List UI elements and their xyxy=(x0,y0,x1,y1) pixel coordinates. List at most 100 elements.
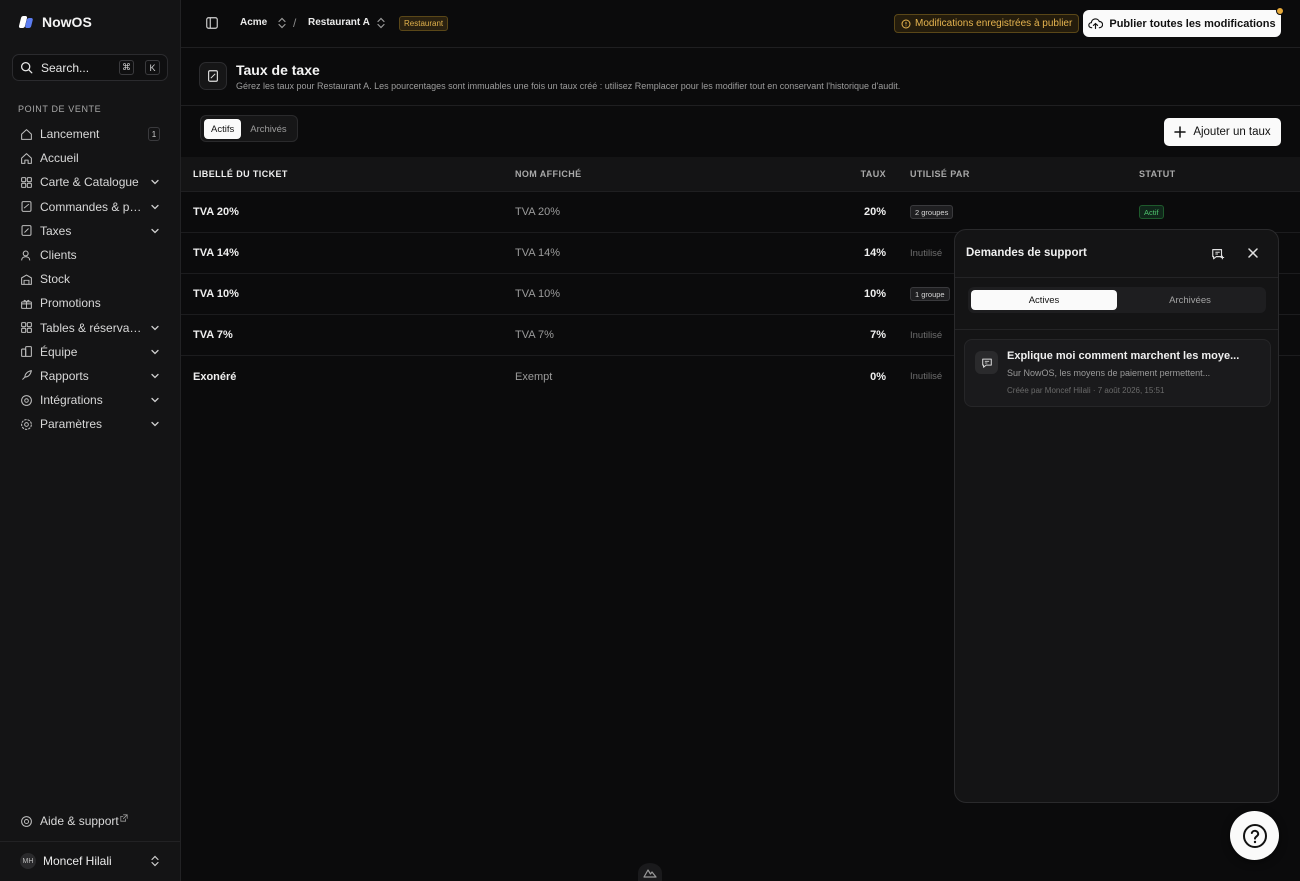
chat-icon xyxy=(975,351,998,374)
usage-text: Inutilisé xyxy=(910,329,943,341)
chevron-down-icon[interactable] xyxy=(150,347,160,357)
tab-archivees[interactable]: Archivées xyxy=(1117,290,1263,310)
lifebuoy-icon xyxy=(21,815,32,827)
table-header: LIBELLÉ DU TICKET NOM AFFICHÉ TAUX UTILI… xyxy=(181,157,1300,192)
sidebar-item-tables[interactable]: Tables & réservations xyxy=(14,316,166,340)
alert-circle-icon xyxy=(901,18,911,29)
sidebar-item-label: Équipe xyxy=(40,344,78,359)
cell-name: Exempt xyxy=(515,370,553,383)
chevron-down-icon[interactable] xyxy=(150,202,160,212)
gift-icon xyxy=(20,297,33,310)
sidebar-item-lancement[interactable]: Lancement 1 xyxy=(14,122,166,146)
cloud-upload-icon xyxy=(1088,18,1104,30)
table-row[interactable]: TVA 20% TVA 20% 20% 2 groupes Actif xyxy=(181,192,1300,233)
sidebar: NowOS Search... ⌘ K POINT DE VENTE Lance… xyxy=(0,0,181,881)
sidebar-item-label: Promotions xyxy=(40,296,101,311)
grid-icon xyxy=(20,176,33,189)
column-header-label[interactable]: LIBELLÉ DU TICKET xyxy=(193,169,288,179)
cell-rate: 0% xyxy=(870,370,886,383)
sidebar-item-clients[interactable]: Clients xyxy=(14,243,166,267)
sidebar-divider xyxy=(0,841,180,842)
pending-changes-badge[interactable]: Modifications enregistrées à publier xyxy=(894,14,1080,33)
sidebar-item-accueil[interactable]: Accueil xyxy=(14,146,166,170)
sidebar-item-integrations[interactable]: Intégrations xyxy=(14,388,166,412)
user-menu[interactable]: MH Moncef Hilali xyxy=(20,853,160,869)
help-support-label: Aide & support xyxy=(40,814,119,828)
usage-text: Inutilisé xyxy=(910,247,943,259)
support-ticket-item[interactable]: Explique moi comment marchent les moye..… xyxy=(964,339,1271,407)
nowos-logo-icon xyxy=(20,14,34,30)
close-icon[interactable] xyxy=(1247,247,1259,259)
sidebar-item-label: Rapports xyxy=(40,368,89,383)
orders-icon xyxy=(20,200,33,213)
question-mark-icon xyxy=(1242,823,1267,848)
cell-label: TVA 20% xyxy=(193,206,239,218)
sidebar-item-parametres[interactable]: Paramètres xyxy=(14,412,166,436)
sidebar-item-rapports[interactable]: Rapports xyxy=(14,364,166,388)
support-panel-title: Demandes de support xyxy=(966,247,1087,259)
receipt-icon xyxy=(199,62,227,90)
add-rate-button[interactable]: Ajouter un taux xyxy=(1164,118,1281,146)
settings-icon xyxy=(20,418,33,431)
publish-all-button[interactable]: Publier toutes les modifications xyxy=(1083,7,1284,37)
tab-actifs[interactable]: Actifs xyxy=(204,119,242,139)
sidebar-item-taxes[interactable]: Taxes xyxy=(14,219,166,243)
dev-tools-icon[interactable] xyxy=(638,863,662,881)
tab-actives[interactable]: Actives xyxy=(971,290,1117,310)
chevron-down-icon[interactable] xyxy=(150,177,160,187)
sidebar-item-stock[interactable]: Stock xyxy=(14,267,166,291)
usage-badge[interactable]: 1 groupe xyxy=(910,287,950,301)
ticket-title: Explique moi comment marchent les moye..… xyxy=(1007,350,1240,362)
pending-changes-label: Modifications enregistrées à publier xyxy=(915,18,1073,29)
help-support-link[interactable]: Aide & support xyxy=(20,814,128,828)
help-fab-button[interactable] xyxy=(1230,811,1279,860)
shortcut-cmd: ⌘ xyxy=(119,60,134,75)
chevron-down-icon[interactable] xyxy=(150,226,160,236)
sidebar-item-equipe[interactable]: Équipe xyxy=(14,340,166,364)
chevron-down-icon[interactable] xyxy=(150,323,160,333)
column-header-name[interactable]: NOM AFFICHÉ xyxy=(515,169,582,179)
column-header-used[interactable]: UTILISÉ PAR xyxy=(910,169,970,179)
chevron-up-down-icon xyxy=(151,855,159,867)
breadcrumb-separator: / xyxy=(293,16,297,30)
cell-label: Exonéré xyxy=(193,370,237,383)
receipt-icon xyxy=(20,224,33,237)
page-header: Taux de taxe Gérez les taux pour Restaur… xyxy=(181,48,1300,106)
breadcrumb-venue[interactable]: Restaurant A xyxy=(308,17,370,28)
sidebar-item-label: Commandes & paiements xyxy=(40,199,143,214)
brand[interactable]: NowOS xyxy=(20,14,92,30)
new-message-icon[interactable] xyxy=(1211,247,1225,261)
publish-all-label: Publier toutes les modifications xyxy=(1109,17,1276,30)
page-subtitle: Gérez les taux pour Restaurant A. Les po… xyxy=(236,81,901,91)
cell-label: TVA 10% xyxy=(193,288,239,300)
shortcut-key: K xyxy=(145,60,160,75)
sidebar-toggle-icon[interactable] xyxy=(205,16,219,30)
chevron-down-icon[interactable] xyxy=(150,371,160,381)
column-header-status[interactable]: STATUT xyxy=(1139,169,1176,179)
search-icon xyxy=(20,61,33,74)
chevron-up-down-icon[interactable] xyxy=(277,17,287,29)
cell-name: TVA 20% xyxy=(515,206,561,218)
cell-label: TVA 7% xyxy=(193,329,233,341)
chevron-up-down-icon[interactable] xyxy=(376,17,386,29)
breadcrumb-org[interactable]: Acme xyxy=(240,17,267,28)
chevron-down-icon[interactable] xyxy=(150,395,160,405)
search-input[interactable]: Search... ⌘ K xyxy=(12,54,168,81)
chevron-down-icon[interactable] xyxy=(150,419,160,429)
column-header-rate[interactable]: TAUX xyxy=(781,169,886,179)
ticket-meta: Créée par Moncef Hilali · 7 août 2026, 1… xyxy=(1007,386,1165,395)
sidebar-item-label: Intégrations xyxy=(40,393,103,408)
tab-archives[interactable]: Archivés xyxy=(243,119,293,139)
home-icon xyxy=(20,128,33,141)
sidebar-item-label: Stock xyxy=(40,272,71,287)
sidebar-item-promotions[interactable]: Promotions xyxy=(14,291,166,315)
status-tabs: Actifs Archivés xyxy=(200,115,298,142)
usage-badge[interactable]: 2 groupes xyxy=(910,205,954,219)
brand-name: NowOS xyxy=(42,14,92,30)
sidebar-item-commandes[interactable]: Commandes & paiements xyxy=(14,195,166,219)
sidebar-item-label: Accueil xyxy=(40,151,79,166)
section-title: POINT DE VENTE xyxy=(18,104,102,114)
cell-label: TVA 14% xyxy=(193,247,239,259)
sidebar-item-carte-catalogue[interactable]: Carte & Catalogue xyxy=(14,170,166,194)
add-rate-label: Ajouter un taux xyxy=(1193,126,1271,138)
